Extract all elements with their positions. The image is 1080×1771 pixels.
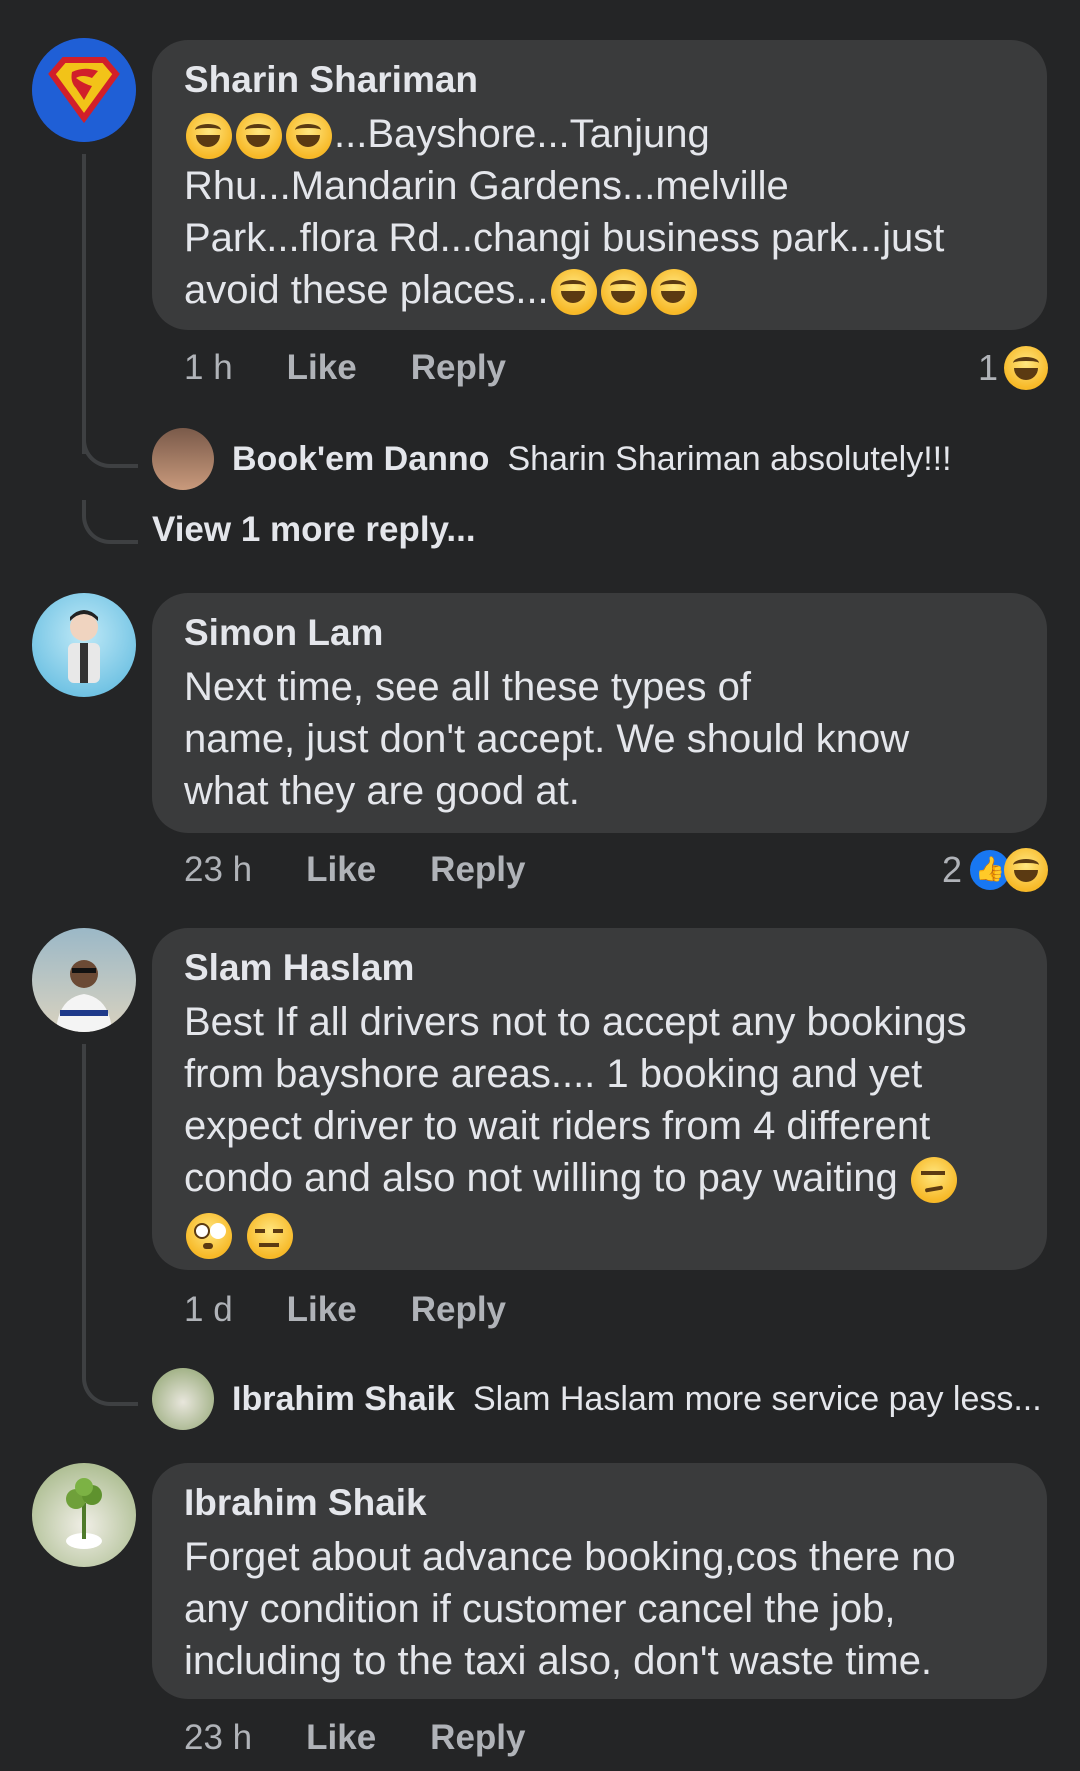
comment-line-text: ...Bayshore...Tanjung	[334, 112, 710, 156]
comment-line: Rhu...Mandarin Gardens...melville	[184, 164, 789, 208]
comment-author[interactable]: Simon Lam	[184, 611, 1015, 655]
superman-logo-icon	[32, 38, 136, 142]
comment-line: condo and also not willing to pay waitin…	[184, 1152, 1015, 1204]
avatar[interactable]	[32, 928, 136, 1032]
reply-preview[interactable]: Ibrahim Shaik Slam Haslam more service p…	[152, 1368, 1042, 1430]
person-photo-icon	[56, 960, 112, 1032]
thread-line	[82, 1044, 86, 1364]
comment-text: Best If all drivers not to accept any bo…	[184, 996, 1015, 1260]
comment-actions: 23 h Like Reply	[184, 850, 525, 890]
comment-author[interactable]: Sharin Shariman	[184, 58, 1015, 102]
reply-text: Slam Haslam more service pay less...	[472, 1379, 1042, 1418]
comment-line: avoid these places...	[184, 264, 1015, 316]
comment-bubble: Simon Lam Next time, see all these types…	[152, 593, 1047, 833]
laughing-emoji-icon	[600, 269, 647, 316]
laughing-emoji-icon	[236, 113, 282, 160]
comment-line: including to the taxi also, don't waste …	[184, 1639, 933, 1683]
reply-preview[interactable]: Book'em Danno Sharin Shariman absolutely…	[152, 428, 952, 490]
reply-author[interactable]: Ibrahim Shaik	[232, 1380, 455, 1419]
reply-button[interactable]: Reply	[430, 1718, 525, 1758]
avatar[interactable]	[152, 1368, 214, 1430]
laugh-icon	[1004, 848, 1048, 892]
comment-line: Best If all drivers not to accept any bo…	[184, 1000, 967, 1044]
like-button[interactable]: Like	[287, 1290, 357, 1330]
comment-time[interactable]: 1 h	[184, 348, 233, 388]
expressionless-emoji-icon	[247, 1213, 294, 1260]
laughing-emoji-icon	[550, 269, 597, 316]
reaction-count: 2	[941, 849, 962, 890]
like-button[interactable]: Like	[306, 1718, 376, 1758]
plant-photo-icon	[66, 1478, 102, 1549]
comment-bubble: Sharin Shariman ...Bayshore...Tanjung Rh…	[152, 40, 1047, 330]
comment-line: Next time, see all these types of	[184, 665, 751, 709]
thread-line	[82, 154, 86, 454]
laughing-emoji-icon	[650, 269, 697, 316]
reply-text: Sharin Shariman absolutely!!!	[507, 439, 952, 478]
thread-connector	[82, 500, 138, 544]
comment-actions: 23 h Like Reply	[184, 1718, 525, 1758]
avatar[interactable]	[32, 38, 136, 142]
comment-author[interactable]: Ibrahim Shaik	[184, 1481, 1015, 1525]
thread-connector	[82, 424, 138, 468]
laughing-emoji-icon	[186, 113, 232, 160]
comment-line: what they are good at.	[184, 769, 580, 813]
comment-text: ...Bayshore...Tanjung Rhu...Mandarin Gar…	[184, 108, 1015, 316]
reply-button[interactable]: Reply	[411, 1290, 506, 1330]
comment-actions: 1 h Like Reply	[184, 348, 506, 388]
reaction-count: 1	[977, 347, 998, 388]
comment-line: expect driver to wait riders from 4 diff…	[184, 1104, 931, 1148]
laugh-icon	[1004, 346, 1048, 390]
comment-line	[184, 1208, 1015, 1260]
avatar[interactable]	[32, 593, 136, 697]
view-more-replies-link[interactable]: View 1 more reply...	[152, 510, 476, 550]
unamused-emoji-icon	[910, 1157, 957, 1204]
comment-author[interactable]: Slam Haslam	[184, 946, 1015, 990]
comment-bubble: Ibrahim Shaik Forget about advance booki…	[152, 1463, 1047, 1699]
reaction-summary[interactable]: 1	[978, 346, 1048, 390]
avatar[interactable]	[152, 428, 214, 490]
reply-button[interactable]: Reply	[411, 348, 506, 388]
like-button[interactable]: Like	[306, 850, 376, 890]
comment-line: ...Bayshore...Tanjung	[184, 108, 1015, 160]
reply-author[interactable]: Book'em Danno	[232, 440, 489, 479]
comment-line: from bayshore areas.... 1 booking and ye…	[184, 1052, 923, 1096]
comment-bubble: Slam Haslam Best If all drivers not to a…	[152, 928, 1047, 1270]
laughing-emoji-icon	[286, 113, 332, 160]
like-button[interactable]: Like	[287, 348, 357, 388]
comment-line: Park...flora Rd...changi business park..…	[184, 216, 945, 260]
thread-connector	[82, 1362, 138, 1406]
avatar[interactable]	[32, 1463, 136, 1567]
comment-time[interactable]: 23 h	[184, 1718, 252, 1758]
person-avatar-icon	[68, 610, 100, 683]
comment-line: name, just don't accept. We should know	[184, 717, 910, 761]
comment-time[interactable]: 23 h	[184, 850, 252, 890]
rolling-eyes-emoji-icon	[186, 1213, 232, 1260]
comment-text: Next time, see all these types of name, …	[184, 661, 1015, 817]
comment-line-text: condo and also not willing to pay waitin…	[184, 1156, 898, 1200]
reply-button[interactable]: Reply	[430, 850, 525, 890]
comment-text: Forget about advance booking,cos there n…	[184, 1531, 1015, 1687]
reaction-summary[interactable]: 2 👍	[942, 848, 1048, 892]
comment-time[interactable]: 1 d	[184, 1290, 233, 1330]
comment-line-text: avoid these places...	[184, 268, 549, 312]
comment-actions: 1 d Like Reply	[184, 1290, 506, 1330]
comment-line: any condition if customer cancel the job…	[184, 1587, 896, 1631]
comment-line: Forget about advance booking,cos there n…	[184, 1535, 956, 1579]
